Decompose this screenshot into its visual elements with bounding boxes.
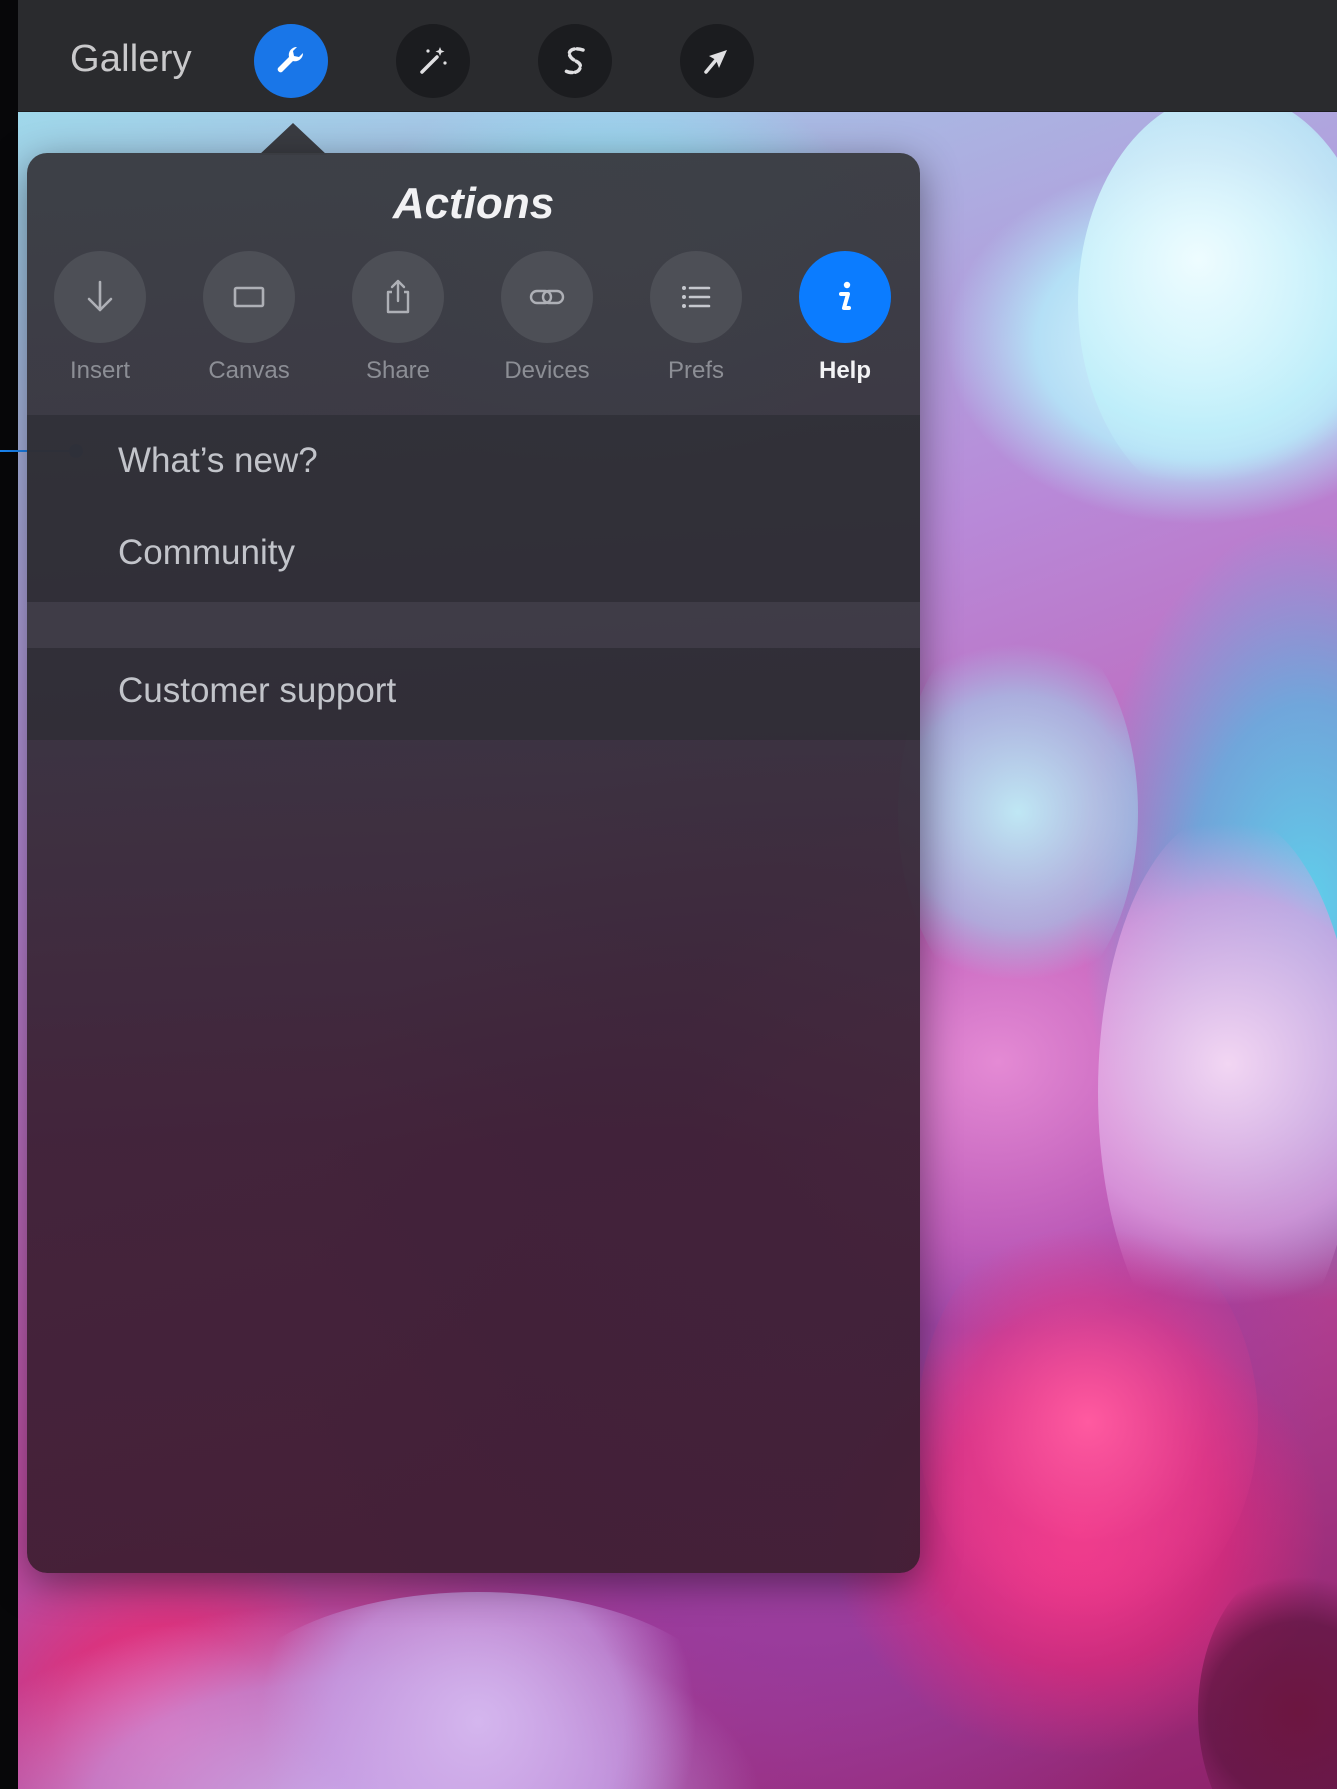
menu-divider-gap xyxy=(27,602,920,648)
rectangle-icon xyxy=(233,286,265,308)
art-blob xyxy=(1078,112,1337,512)
tab-canvas[interactable]: Canvas xyxy=(179,251,319,406)
wrench-icon xyxy=(277,46,304,73)
arrow-down-icon xyxy=(87,280,113,312)
actions-popover: Actions Insert Canvas Share Devices Pref… xyxy=(27,153,920,1573)
tab-share-circle xyxy=(352,251,444,343)
tab-devices-circle xyxy=(501,251,593,343)
selection-s-icon xyxy=(564,47,585,75)
menu-item-whats-new[interactable]: What’s new? xyxy=(118,441,318,481)
tab-devices-label: Devices xyxy=(504,357,590,384)
transform-tool-button[interactable] xyxy=(680,24,754,98)
transform-arrow-icon xyxy=(704,50,727,74)
popover-arrow xyxy=(259,123,327,155)
actions-tabs: Insert Canvas Share Devices Prefs Help xyxy=(27,251,920,406)
adjustments-tool-button[interactable] xyxy=(396,24,470,98)
tab-insert[interactable]: Insert xyxy=(30,251,170,406)
top-toolbar: Gallery xyxy=(18,0,1337,112)
tab-share-label: Share xyxy=(365,357,431,384)
tab-canvas-label: Canvas xyxy=(208,357,290,384)
menu-item-community[interactable]: Community xyxy=(118,533,295,573)
tab-devices[interactable]: Devices xyxy=(477,251,617,406)
tab-help-label: Help xyxy=(818,357,871,384)
tab-canvas-circle xyxy=(203,251,295,343)
tab-share[interactable]: Share xyxy=(328,251,468,406)
tab-prefs[interactable]: Prefs xyxy=(626,251,766,406)
menu-item-customer-support[interactable]: Customer support xyxy=(118,671,396,711)
actions-tool-button[interactable] xyxy=(254,24,328,98)
magic-wand-icon xyxy=(420,47,447,74)
tab-insert-label: Insert xyxy=(69,357,131,384)
art-blob xyxy=(918,1212,1258,1632)
page-edge xyxy=(0,0,18,1789)
art-blob xyxy=(218,1592,738,1789)
art-blob xyxy=(1198,1562,1337,1789)
tab-help-circle xyxy=(799,251,891,343)
tab-prefs-label: Prefs xyxy=(667,357,724,384)
art-blob xyxy=(898,612,1138,1012)
gallery-button[interactable]: Gallery xyxy=(70,38,192,81)
link-icon xyxy=(529,289,565,305)
tab-help[interactable]: Help xyxy=(775,251,915,406)
info-icon xyxy=(839,281,851,310)
selection-tool-button[interactable] xyxy=(538,24,612,98)
popover-title: Actions xyxy=(392,179,555,228)
tab-prefs-circle xyxy=(650,251,742,343)
share-icon xyxy=(386,279,410,314)
list-icon xyxy=(682,286,711,308)
tab-insert-circle xyxy=(54,251,146,343)
